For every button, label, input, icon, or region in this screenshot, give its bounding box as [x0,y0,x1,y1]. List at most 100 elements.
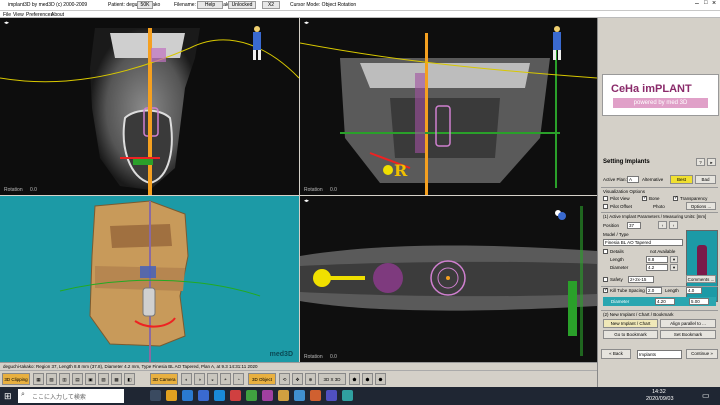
transparency-checkbox[interactable]: ✓ [673,196,678,201]
new-implant-title: (2) New Implant / Chart / Bookmark [603,312,674,317]
active-plan-select[interactable]: A [627,176,639,183]
object-icon-2[interactable]: ⬢ [362,373,373,385]
tool-icon-8[interactable]: ◧ [124,373,135,385]
app-icon-3[interactable] [262,390,273,401]
diameter-dropdown-icon[interactable]: ▾ [670,264,678,271]
view-arrows-icon[interactable]: ◂▸ [304,20,309,26]
next-arrow-icon[interactable]: ▸ [707,158,716,166]
maximize-icon[interactable]: □ [704,0,708,6]
app-icon-7[interactable] [326,390,337,401]
app-icon-5[interactable] [294,390,305,401]
ceha-implant-logo: CeHa imPLANT powered by med 3D [602,74,719,116]
3d-object-button[interactable]: 3D Object [248,373,276,385]
next-position-icon[interactable]: › [669,221,678,229]
axial-view[interactable]: ◂▸ Rotation 0.0 [300,196,597,362]
app-icon-6[interactable] [310,390,321,401]
3d-clipping-button[interactable]: 3D Clipping [2,373,30,385]
3d-model-image [0,196,299,362]
alternative-label: Alternative [642,177,664,182]
windows-start-icon[interactable]: ⊞ [4,391,14,401]
continue-button[interactable]: Continue » [686,349,718,359]
object-icon-1[interactable]: ⬟ [349,373,360,385]
camera-icon-2[interactable]: ◑ [194,373,205,385]
object-icon-3[interactable]: ⬣ [375,373,386,385]
edge-icon[interactable] [182,390,193,401]
app-icon-4[interactable] [278,390,289,401]
details-checkbox[interactable] [603,249,608,254]
unlocked-button[interactable]: Unlocked [228,1,256,9]
view-arrows-icon[interactable]: ◂▸ [304,198,309,204]
close-icon[interactable]: × [712,0,716,7]
bottom-toolbar: 3D Clipping ▦ ▧ ▥ ▤ ▣ ▨ ▩ ◧ 3D Camera ◐ … [0,370,597,387]
back-button[interactable]: « Back [601,349,631,359]
app-icon-8[interactable] [342,390,353,401]
align-parallel-button[interactable]: Align parallel to ... [660,319,716,328]
tool-icon-5[interactable]: ▣ [85,373,96,385]
taskbar: ⊞ ⌕ ここに入力して検索 14:32 2020/09/03 ▭ [0,387,720,405]
task-view-icon[interactable] [150,390,161,401]
comments-button[interactable]: Comments ... [686,275,716,283]
pilot-offset-checkbox[interactable] [603,204,608,209]
notification-icon[interactable]: ▭ [702,391,712,401]
app-icon-2[interactable] [246,390,257,401]
set-bookmark-button[interactable]: Set Bookmark [660,330,716,339]
zoom-icon[interactable]: ⊕ [305,373,316,385]
tube-length-input[interactable]: 4.0 [686,287,702,294]
help-button[interactable]: Help [197,1,223,9]
tool-icon-2[interactable]: ▧ [46,373,57,385]
mail-icon[interactable] [214,390,225,401]
taskbar-search[interactable]: ⌕ ここに入力して検索 [18,389,124,403]
file-explorer-icon[interactable] [166,390,177,401]
3d-model-view[interactable]: med3D [0,196,299,362]
tube-diameter-outer-input[interactable]: 5.00 [689,298,709,305]
options-button[interactable]: Options ... [686,202,716,210]
goto-bookmark-button[interactable]: Go to Bookmark [603,330,658,339]
camera-icon-1[interactable]: ◐ [181,373,192,385]
camera-icon-5[interactable]: ◔ [233,373,244,385]
new-implant-button[interactable]: New Implant / Chart [603,319,658,328]
x2-button[interactable]: X2 [262,1,280,9]
zoom-level[interactable]: 50K [137,1,153,9]
tool-icon-6[interactable]: ▨ [98,373,109,385]
prev-position-icon[interactable]: ‹ [658,221,667,229]
model-type-select[interactable]: Finesia BL AO Tapered [603,239,683,246]
app-icon-1[interactable] [230,390,241,401]
photo-label[interactable]: Photo [653,204,665,209]
kill-tube-checkbox[interactable]: ✓ [603,288,608,293]
length-dropdown-icon[interactable]: ▾ [670,256,678,263]
active-plan-label: Active Plan: [603,177,627,182]
safety-checkbox[interactable] [603,277,608,282]
bone-checkbox[interactable]: ✓ [642,196,647,201]
safety-select[interactable]: 2+2x-15 [628,276,654,283]
tool-icon-1[interactable]: ▦ [33,373,44,385]
rotation-label: Rotation [4,187,23,193]
panoramic-view[interactable]: R ◂▸ Rotation 0.0 [300,18,597,195]
length-input[interactable]: 8.8 [646,256,668,263]
move-icon[interactable]: ✥ [292,373,303,385]
store-icon[interactable] [198,390,209,401]
position-select[interactable]: 37 [627,222,641,229]
cross-section-view[interactable]: ◂▸ Rotation 0.0 [0,18,299,195]
bad-button[interactable]: Bad [695,175,716,184]
implants-select[interactable]: Implants [637,350,682,359]
camera-icon-4[interactable]: ◓ [220,373,231,385]
camera-icon-3[interactable]: ◒ [207,373,218,385]
tube-diameter-row: Diameter 4.20 5.00 [603,297,716,306]
tool-icon-3[interactable]: ▥ [59,373,70,385]
minimize-icon[interactable]: – [695,0,699,7]
pilot-view-checkbox[interactable] [603,196,608,201]
diameter-input[interactable]: 4.2 [646,264,668,271]
help-button[interactable]: ? [696,158,705,166]
tube-diameter-input[interactable]: 4.20 [655,298,675,305]
kill-tube-input[interactable]: 2.0 [646,287,662,294]
rotation-label: Rotation [304,187,323,193]
rotate-icon[interactable]: ⟲ [279,373,290,385]
tool-icon-7[interactable]: ▩ [111,373,122,385]
3d-camera-button[interactable]: 3D Camera [150,373,178,385]
panoramic-image [300,18,597,195]
rotation-label: Rotation [304,354,323,360]
tool-icon-4[interactable]: ▤ [72,373,83,385]
3d-x-3d-button[interactable]: 3D X 3D [318,373,346,385]
view-arrows-icon[interactable]: ◂▸ [4,20,9,26]
best-button[interactable]: Best [670,175,693,184]
